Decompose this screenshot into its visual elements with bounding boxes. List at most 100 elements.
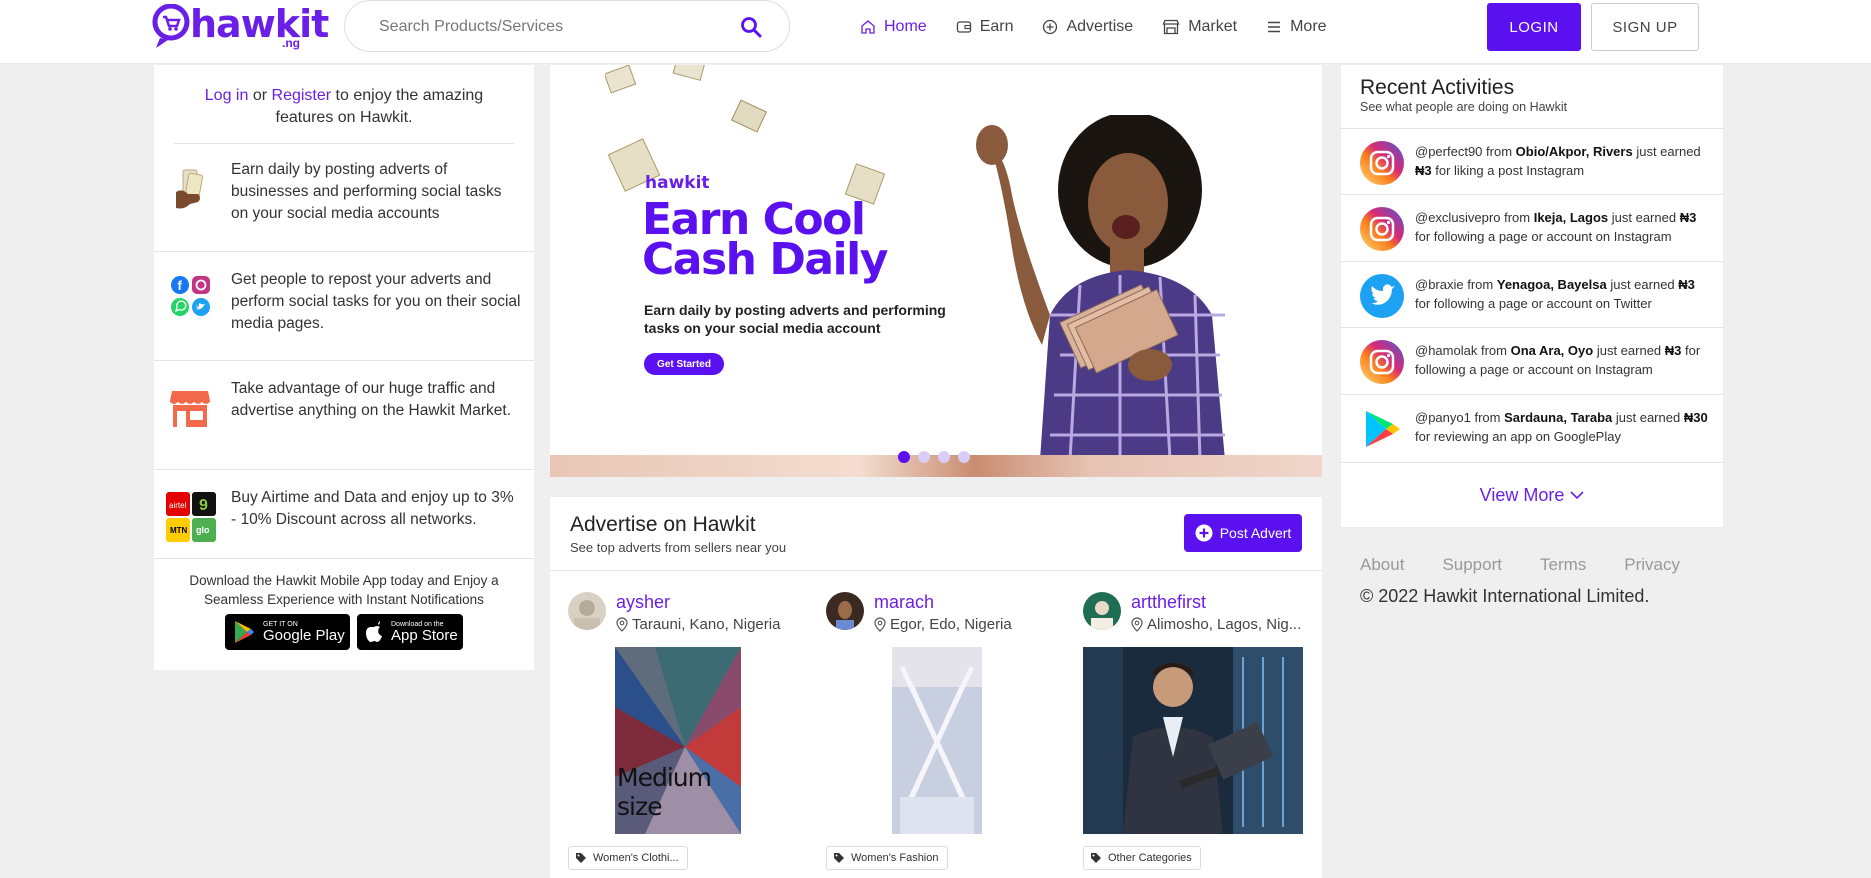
footer-link-privacy[interactable]: Privacy [1624,555,1680,575]
google-play-icon [1366,411,1400,447]
search-input[interactable] [379,15,739,39]
footer-link-terms[interactable]: Terms [1540,555,1586,575]
seller-name[interactable]: marach [874,592,934,613]
advert-image[interactable] [1083,647,1303,834]
nav-earn[interactable]: Earn [956,14,1014,40]
nav-advertise-label: Advertise [1066,18,1134,35]
avatar[interactable] [568,592,606,630]
nav-more[interactable]: More [1266,14,1327,40]
footer-link-support[interactable]: Support [1442,555,1502,575]
nav-advertise[interactable]: Advertise [1042,14,1133,40]
search-icon[interactable] [739,15,763,39]
view-more-label: View More [1479,484,1565,505]
category-tag-label: Women's Clothi... [593,852,679,864]
carousel-dot[interactable] [898,451,910,463]
nav-market[interactable]: Market [1162,14,1237,40]
activity-amount: ₦3 [1664,343,1682,358]
activity-user[interactable]: @hamolak [1415,343,1477,358]
banner-subtitle: Earn daily by posting adverts and perfor… [644,302,946,336]
activity-item: @panyo1 from Sardauna, Taraba just earne… [1341,394,1723,460]
carousel-dot[interactable] [918,451,930,463]
activity-item: @braxie from Yenagoa, Bayelsa just earne… [1341,261,1723,327]
advertise-subtitle: See top adverts from sellers near you [570,540,787,555]
location-pin-icon [1131,617,1143,632]
carousel-dot[interactable] [958,451,970,463]
activity-text: @exclusivepro from Ikeja, Lagos just ear… [1415,208,1711,246]
category-tag[interactable]: Other Categories [1083,846,1201,870]
activity-mid: just earned [1596,343,1662,358]
activity-user[interactable]: @panyo1 [1415,410,1471,425]
nav-earn-label: Earn [979,18,1014,35]
advert-image-caption: Medium size [617,763,712,821]
seller-location: Alimosho, Lagos, Nig... [1131,616,1313,633]
activity-user[interactable]: @perfect90 [1415,144,1482,159]
get-started-button[interactable]: Get Started [644,353,724,375]
app-store-button[interactable]: Download on the App Store [357,614,463,650]
category-tag[interactable]: Women's Clothi... [568,846,688,870]
login-button[interactable]: LOGIN [1487,3,1581,51]
feature-earn: Earn daily by posting adverts of busines… [154,142,534,251]
google-play-logo-icon [235,621,254,643]
activity-task: for liking a post Instagram [1435,163,1585,178]
divider [550,570,1322,571]
social-media-icon: f [171,276,210,316]
feature-earn-text: Earn daily by posting adverts of busines… [231,161,502,222]
location-pin-icon [616,617,628,632]
activity-mid: just earned [1615,410,1681,425]
activity-user[interactable]: @braxie [1415,277,1464,292]
activity-from: from [1486,144,1513,159]
avatar[interactable] [826,592,864,630]
seller-location-text: Egor, Edo, Nigeria [890,616,1012,633]
activity-task: for following a page or account on Twitt… [1415,296,1652,311]
search-bar [344,0,790,52]
activity-place: Obio/Akpor, Rivers [1515,144,1633,159]
banner-title-line2: Cash Daily [642,234,888,285]
advert-image[interactable] [892,647,982,834]
menu-icon [1268,21,1281,33]
seller-name[interactable]: aysher [616,592,670,613]
logo-text: hawkit [190,2,329,46]
activity-place: Ona Ara, Oyo [1510,343,1594,358]
seller-location: Egor, Edo, Nigeria [874,616,1056,633]
post-advert-label: Post Advert [1219,525,1292,541]
activity-text: @hamolak from Ona Ara, Oyo just earned ₦… [1415,341,1711,379]
activity-user[interactable]: @exclusivepro [1415,210,1500,225]
hawkit-logo[interactable]: hawkit .ng [152,2,329,52]
chevron-down-icon [1570,491,1584,500]
advert-card[interactable]: marach Egor, Edo, Nigeria Women's Fashio… [826,592,1056,878]
app-store-big: App Store [391,627,458,644]
activity-amount: ₦3 [1678,277,1695,292]
footer-link-about[interactable]: About [1360,555,1404,575]
avatar[interactable] [1083,592,1121,630]
category-tag[interactable]: Women's Fashion [826,846,948,870]
register-link[interactable]: Register [272,87,332,104]
hero-banner[interactable]: hawkit Earn Cool Cash Daily Earn daily b… [550,65,1322,477]
plus-circle-icon [1195,524,1213,542]
activities-title: Recent Activities [1360,76,1515,99]
post-advert-button[interactable]: Post Advert [1184,514,1302,552]
main-nav: Home Earn Advertise Market More [860,14,1356,40]
advertise-title: Advertise on Hawkit [570,513,756,536]
advert-card[interactable]: aysher Tarauni, Kano, Nigeria Medium siz… [568,592,798,878]
footer-links: About Support Terms Privacy [1360,555,1718,575]
advert-card[interactable]: artthefirst Alimosho, Lagos, Nig... Othe… [1083,592,1313,878]
nav-home-label: Home [884,18,927,35]
store-icon [1162,19,1180,35]
google-play-button[interactable]: GET IT ON Google Play [225,614,350,650]
seller-name[interactable]: artthefirst [1131,592,1206,613]
activity-text: @panyo1 from Sardauna, Taraba just earne… [1415,408,1711,446]
activity-task: for reviewing an app on GooglePlay [1415,429,1621,444]
view-more-button[interactable]: View More [1341,462,1723,527]
activity-amount: ₦3 [1415,163,1432,178]
activity-text: @perfect90 from Obio/Akpor, Rivers just … [1415,142,1711,180]
seller-location-text: Alimosho, Lagos, Nig... [1147,616,1302,633]
login-link[interactable]: Log in [205,87,249,104]
activity-place: Ikeja, Lagos [1533,210,1609,225]
signup-button[interactable]: SIGN UP [1591,3,1699,51]
advert-image[interactable]: Medium size [615,647,741,834]
banner-logo: hawkit [645,173,710,193]
carousel-dot[interactable] [938,451,950,463]
banner-title: Earn Cool Cash Daily [642,198,888,285]
nav-home[interactable]: Home [860,14,927,40]
activity-amount: ₦3 [1679,210,1697,225]
